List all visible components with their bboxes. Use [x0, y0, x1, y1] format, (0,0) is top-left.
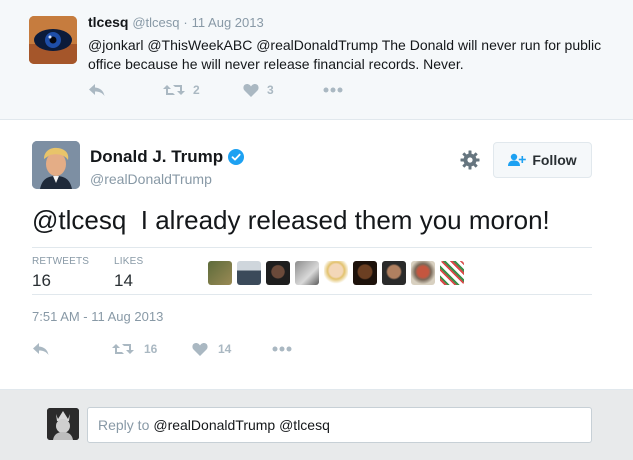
likes-label: LIKES — [114, 256, 144, 267]
separator: · — [183, 15, 188, 30]
reply-area: Reply to @realDonaldTrump @tlcesq — [0, 389, 633, 460]
liker-avatar[interactable] — [440, 261, 464, 285]
like-count: 3 — [267, 83, 274, 97]
likes-stat[interactable]: LIKES 14 — [114, 256, 143, 291]
retweet-icon — [112, 344, 134, 354]
reply-button[interactable] — [32, 342, 112, 356]
reply-prefix: Reply to — [98, 417, 150, 433]
like-button[interactable]: 3 — [243, 83, 323, 97]
more-dots-icon — [272, 346, 292, 352]
main-tweet: Donald J. Trump @realDonaldTrump Follow — [0, 121, 633, 389]
heart-icon — [243, 84, 259, 97]
gear-icon[interactable] — [460, 150, 480, 170]
follow-button[interactable]: Follow — [493, 142, 592, 178]
avatar[interactable] — [29, 16, 77, 64]
reply-mentions: @realDonaldTrump @tlcesq — [153, 417, 330, 433]
heart-icon — [192, 343, 208, 356]
more-dots-icon — [323, 87, 343, 93]
avatar[interactable] — [47, 408, 79, 440]
tweet-text: @tlcesq I already released them you moro… — [32, 205, 550, 235]
author-name[interactable]: tlcesq — [88, 14, 128, 30]
retweet-count: 16 — [144, 342, 158, 356]
like-count: 14 — [218, 342, 232, 356]
liker-avatar[interactable] — [237, 261, 261, 285]
author-handle[interactable]: @tlcesq — [132, 15, 179, 30]
tweet-actions: 16 14 — [32, 339, 292, 359]
liker-avatar[interactable] — [208, 261, 232, 285]
retweet-button[interactable]: 16 — [112, 342, 192, 356]
retweets-label: RETWEETS — [32, 256, 90, 267]
tweet-stats: RETWEETS 16 LIKES 14 — [32, 247, 592, 295]
liker-avatar[interactable] — [266, 261, 290, 285]
reply-button[interactable] — [88, 83, 163, 97]
retweet-icon — [163, 85, 185, 95]
more-button[interactable] — [323, 87, 343, 93]
liker-avatar[interactable] — [324, 261, 348, 285]
avatar[interactable] — [32, 141, 80, 189]
likes-value: 14 — [114, 271, 133, 290]
liker-avatar[interactable] — [382, 261, 406, 285]
reply-icon — [33, 343, 49, 355]
author-name-text: Donald J. Trump — [90, 147, 224, 166]
follow-label: Follow — [532, 152, 577, 168]
reply-input[interactable]: Reply to @realDonaldTrump @tlcesq — [87, 407, 592, 443]
retweets-value: 16 — [32, 271, 51, 290]
eye-avatar-image — [29, 16, 77, 64]
author-handle[interactable]: @realDonaldTrump — [90, 171, 212, 187]
retweet-count: 2 — [193, 83, 200, 97]
liker-avatars — [208, 261, 469, 285]
tweet-text: @jonkarl @ThisWeekABC @realDonaldTrump T… — [88, 37, 602, 72]
liker-avatar[interactable] — [295, 261, 319, 285]
parent-tweet[interactable]: tlcesq @tlcesq · 11 Aug 2013 @jonkarl @T… — [0, 0, 633, 120]
like-button[interactable]: 14 — [192, 342, 272, 356]
liker-avatar[interactable] — [411, 261, 435, 285]
profile-photo-image — [32, 141, 80, 189]
tweet-date[interactable]: 11 Aug 2013 — [192, 15, 264, 30]
author-name[interactable]: Donald J. Trump — [90, 147, 245, 167]
liker-avatar[interactable] — [353, 261, 377, 285]
tweet-timestamp[interactable]: 7:51 AM - 11 Aug 2013 — [32, 309, 163, 324]
verified-badge-icon — [228, 149, 245, 165]
more-button[interactable] — [272, 346, 292, 352]
retweet-button[interactable]: 2 — [163, 83, 243, 97]
parent-tweet-header: tlcesq @tlcesq · 11 Aug 2013 — [88, 14, 264, 30]
statue-avatar-image — [47, 408, 79, 440]
add-user-icon — [508, 153, 527, 166]
tweet-actions: 2 3 — [88, 80, 343, 100]
retweets-stat[interactable]: RETWEETS 16 — [32, 256, 89, 291]
reply-icon — [89, 84, 105, 96]
